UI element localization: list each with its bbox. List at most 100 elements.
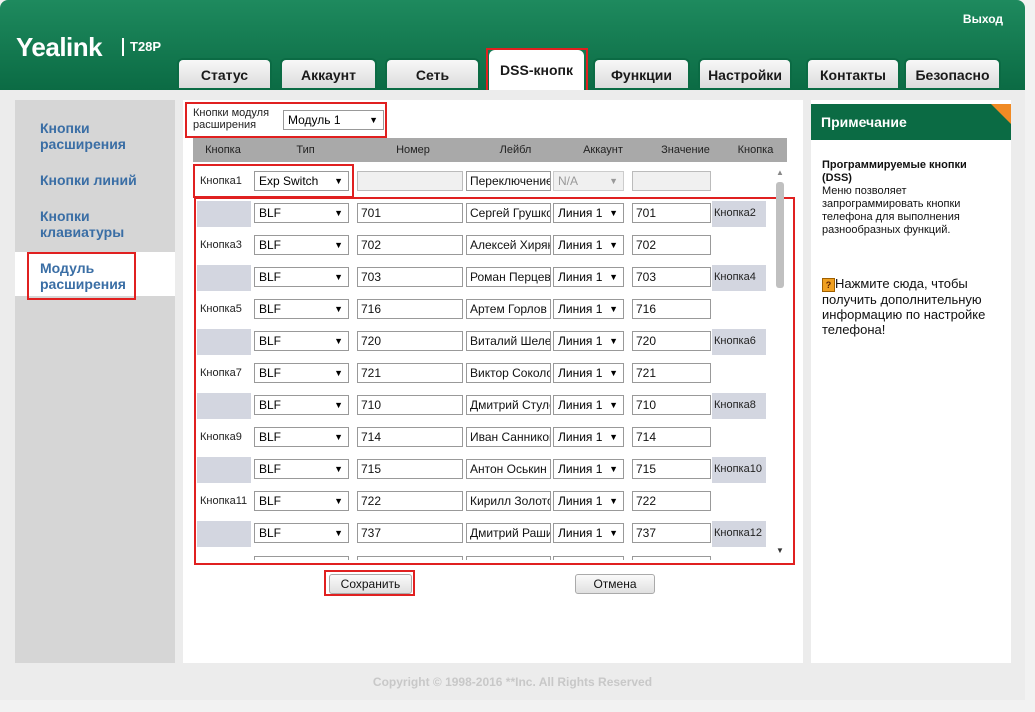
logout-link[interactable]: Выход bbox=[963, 12, 1003, 26]
label-input[interactable]: Роман Перцев bbox=[466, 267, 551, 287]
tab-account[interactable]: Аккаунт bbox=[280, 58, 377, 88]
value-input[interactable]: 737 bbox=[632, 523, 711, 543]
sidebar-item-line-keys[interactable]: Кнопки линий bbox=[15, 172, 175, 188]
chevron-down-icon: ▼ bbox=[334, 432, 343, 442]
label-input[interactable]: Кирилл Золотов bbox=[466, 491, 551, 511]
number-input[interactable] bbox=[357, 171, 463, 191]
label-input[interactable]: Алексей Хиряков bbox=[466, 235, 551, 255]
type-select[interactable]: BLF ▼ bbox=[254, 427, 349, 447]
chevron-down-icon: ▼ bbox=[609, 496, 618, 506]
label-input[interactable]: Дмитрий Стулов bbox=[466, 395, 551, 415]
note-subtitle-line1: Программируемые кнопки bbox=[822, 159, 967, 171]
account-select[interactable]: Линия 1 ▼ bbox=[553, 267, 624, 287]
note-text: Меню позволяет запрограммировать кнопки … bbox=[822, 185, 961, 236]
type-select[interactable]: BLF ▼ bbox=[254, 523, 349, 543]
table-scrollbar[interactable]: ▲ ▼ bbox=[773, 168, 787, 560]
type-select[interactable]: Exp Switch ▼ bbox=[254, 171, 349, 191]
number-input[interactable]: 716 bbox=[357, 299, 463, 319]
label-input[interactable]: Иван Санников bbox=[466, 427, 551, 447]
value-input[interactable]: 710 bbox=[632, 395, 711, 415]
value-input[interactable]: 714 bbox=[632, 427, 711, 447]
number-input[interactable]: 702 bbox=[357, 235, 463, 255]
type-select-value: BLF bbox=[259, 238, 282, 252]
scroll-down-icon[interactable]: ▼ bbox=[776, 546, 784, 555]
account-select[interactable]: Линия 1 ▼ bbox=[553, 459, 624, 479]
number-input[interactable]: 737 bbox=[357, 523, 463, 543]
help-link[interactable]: ? Нажмите сюда, чтобы получить дополнител… bbox=[822, 276, 1002, 337]
account-select[interactable]: Линия 1 ▼ bbox=[553, 203, 624, 223]
sidebar-item-expansion-keys[interactable]: Кнопки расширения bbox=[15, 120, 175, 152]
sidebar-item-keyboard-keys[interactable]: Кнопки клавиатуры bbox=[15, 208, 175, 240]
number-input[interactable]: 703 bbox=[357, 267, 463, 287]
value-input[interactable]: 715 bbox=[632, 459, 711, 479]
label-input[interactable]: Дмитрий Рашидов bbox=[466, 523, 551, 543]
header-type: Тип bbox=[296, 144, 315, 156]
label-input[interactable]: Виктор Соколов bbox=[466, 363, 551, 383]
type-select[interactable]: BLF ▼ bbox=[254, 363, 349, 383]
value-input[interactable]: 720 bbox=[632, 331, 711, 351]
tab-contacts[interactable]: Контакты bbox=[806, 58, 900, 88]
label-input[interactable]: Артем Горлов bbox=[466, 299, 551, 319]
label-input[interactable]: Сергей Грушко bbox=[466, 203, 551, 223]
type-select[interactable]: BLF ▼ bbox=[254, 235, 349, 255]
note-subtitle-line2: (DSS) bbox=[822, 172, 852, 184]
tab-status[interactable]: Статус bbox=[177, 58, 272, 88]
value-input[interactable]: 721 bbox=[632, 363, 711, 383]
account-select-value: Линия 1 bbox=[558, 430, 603, 444]
value-input[interactable]: 701 bbox=[632, 203, 711, 223]
account-select[interactable]: Линия 1 ▼ bbox=[553, 395, 624, 415]
number-input[interactable]: 721 bbox=[357, 363, 463, 383]
account-select[interactable]: Линия 1 ▼ bbox=[553, 331, 624, 351]
account-select[interactable]: Линия 1 ▼ bbox=[553, 523, 624, 543]
note-panel: Примечание Программируемые кнопки (DSS) … bbox=[811, 100, 1011, 663]
number-input[interactable]: 714 bbox=[357, 427, 463, 447]
row-empty-key-cell bbox=[197, 393, 251, 419]
account-select[interactable]: Линия 1 ▼ bbox=[553, 235, 624, 255]
chevron-down-icon: ▼ bbox=[609, 432, 618, 442]
tab-settings[interactable]: Настройки bbox=[698, 58, 792, 88]
chevron-down-icon: ▼ bbox=[609, 528, 618, 538]
type-select[interactable]: BLF ▼ bbox=[254, 491, 349, 511]
module-select[interactable]: Модуль 1 ▼ bbox=[283, 110, 384, 130]
type-select[interactable]: BLF ▼ bbox=[254, 299, 349, 319]
tab-security[interactable]: Безопасно bbox=[904, 58, 1001, 88]
account-select-value: Линия 1 bbox=[558, 206, 603, 220]
label-input[interactable]: Антон Оськин bbox=[466, 459, 551, 479]
value-input[interactable]: 703 bbox=[632, 267, 711, 287]
type-select[interactable]: BLF ▼ bbox=[254, 331, 349, 351]
row-empty-key-cell bbox=[197, 521, 251, 547]
value-input[interactable] bbox=[632, 171, 711, 191]
value-input[interactable]: 716 bbox=[632, 299, 711, 319]
number-input[interactable]: 710 bbox=[357, 395, 463, 415]
account-select[interactable]: Линия 1 ▼ bbox=[553, 427, 624, 447]
type-select-value: BLF bbox=[259, 206, 282, 220]
sidebar-item-expansion-module[interactable]: Модуль расширения bbox=[15, 252, 175, 296]
tab-features[interactable]: Функции bbox=[593, 58, 690, 88]
scrollbar-thumb[interactable] bbox=[776, 182, 784, 288]
label-input[interactable]: Виталий Шелест bbox=[466, 331, 551, 351]
value-input[interactable]: 702 bbox=[632, 235, 711, 255]
label-input[interactable]: Переключение bbox=[466, 171, 551, 191]
number-input[interactable]: 720 bbox=[357, 331, 463, 351]
account-select[interactable]: Линия 1 ▼ bbox=[553, 299, 624, 319]
key-label-right: Кнопка2 bbox=[714, 207, 756, 219]
number-input[interactable]: 701 bbox=[357, 203, 463, 223]
type-select[interactable]: BLF ▼ bbox=[254, 459, 349, 479]
module-select-value: Модуль 1 bbox=[288, 113, 341, 127]
tab-network[interactable]: Сеть bbox=[385, 58, 480, 88]
account-select[interactable]: N/A ▼ bbox=[553, 171, 624, 191]
type-select[interactable]: BLF ▼ bbox=[254, 203, 349, 223]
number-input[interactable]: 715 bbox=[357, 459, 463, 479]
account-select[interactable]: Линия 1 ▼ bbox=[553, 491, 624, 511]
save-button[interactable]: Сохранить bbox=[329, 574, 412, 594]
key-label-right: Кнопка6 bbox=[714, 335, 756, 347]
account-select[interactable]: Линия 1 ▼ bbox=[553, 363, 624, 383]
scroll-up-icon[interactable]: ▲ bbox=[776, 168, 784, 177]
type-select[interactable]: BLF ▼ bbox=[254, 395, 349, 415]
module-label-line2: расширения bbox=[193, 119, 257, 131]
type-select[interactable]: BLF ▼ bbox=[254, 267, 349, 287]
number-input[interactable]: 722 bbox=[357, 491, 463, 511]
value-input[interactable]: 722 bbox=[632, 491, 711, 511]
chevron-down-icon: ▼ bbox=[369, 115, 378, 125]
cancel-button[interactable]: Отмена bbox=[575, 574, 655, 594]
